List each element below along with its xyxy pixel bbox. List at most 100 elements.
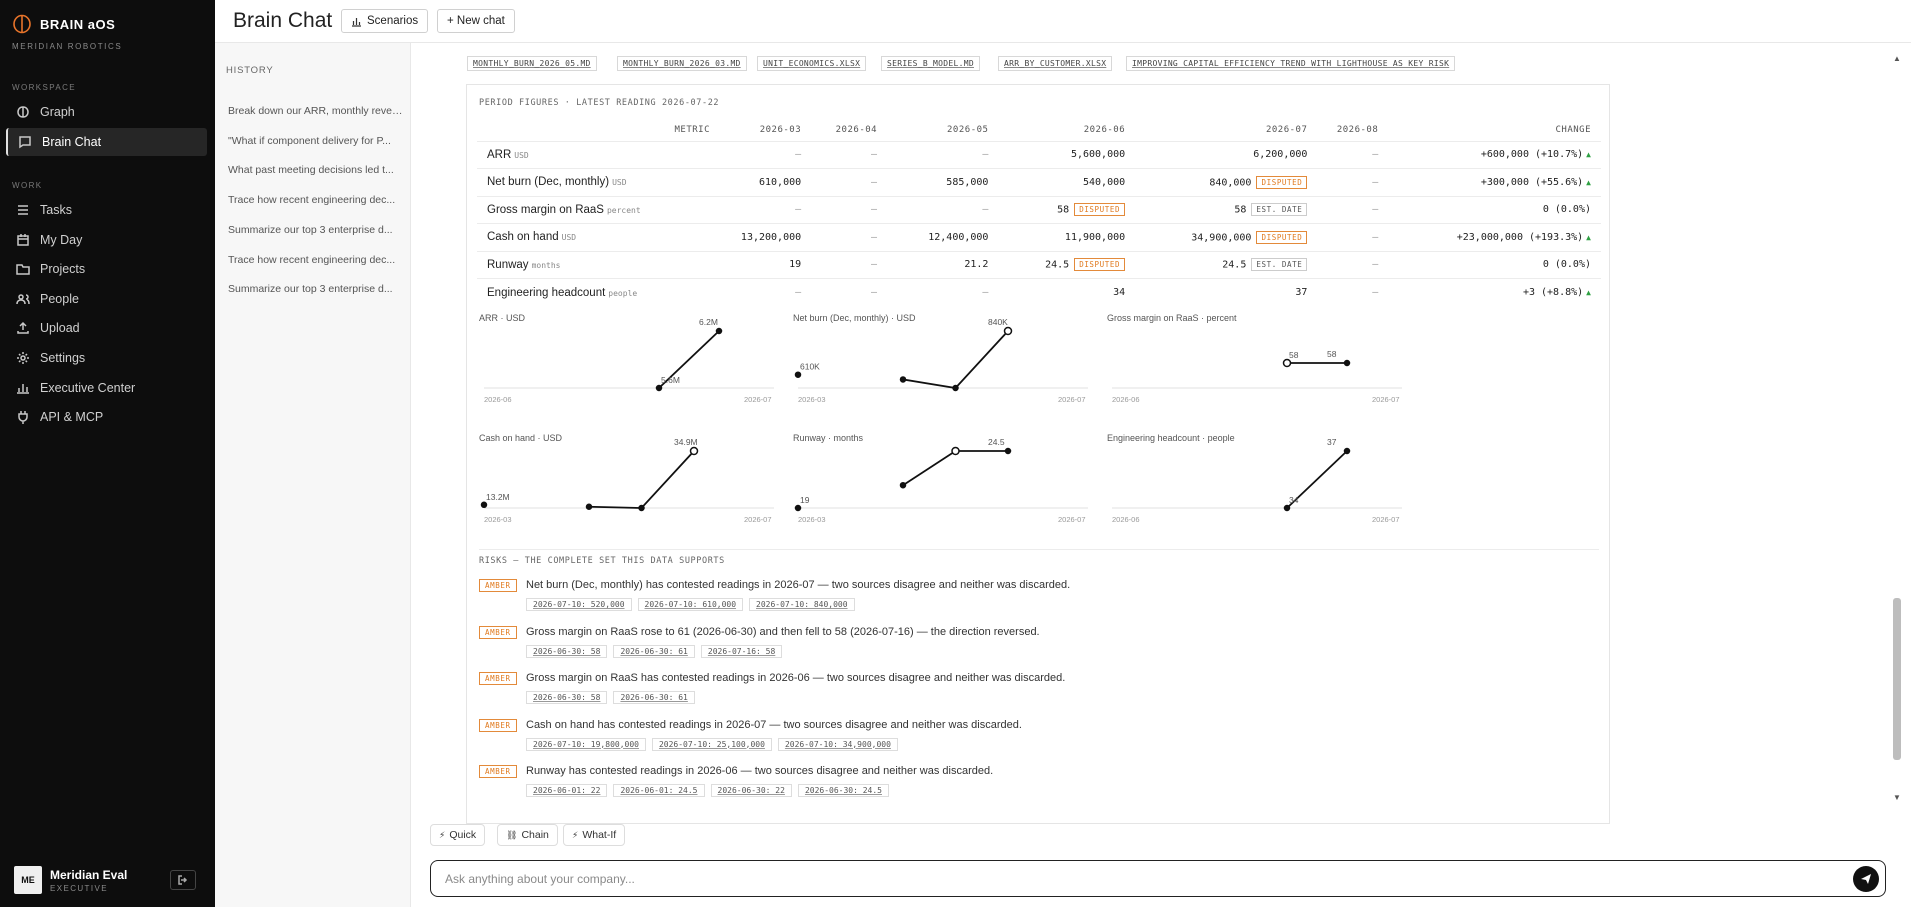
top-header: Brain Chat Scenarios + New chat [215, 0, 1911, 43]
chart-title: Engineering headcount · people [1107, 433, 1235, 443]
source-chip[interactable]: UNIT_ECONOMICS.XLSX [757, 56, 867, 71]
bolt-icon: ⚡ [572, 829, 579, 840]
metric-name: ARR [487, 148, 512, 161]
logout-button[interactable] [170, 870, 196, 890]
evidence-chip[interactable]: 2026-07-16: 58 [700, 644, 783, 658]
history-item[interactable]: "What if component delivery for P... [228, 135, 404, 147]
history-item[interactable]: Summarize our top 3 enterprise d... [228, 224, 404, 236]
source-chip[interactable]: IMPROVING CAPITAL EFFICIENCY TREND WITH … [1126, 56, 1456, 71]
metric-unit: percent [606, 205, 641, 215]
evidence-chip[interactable]: 2026-06-30: 58 [526, 644, 608, 658]
sidebar-item-projects[interactable]: Projects [6, 255, 207, 283]
source-chip[interactable]: ARR_BY_CUSTOMER.XLSX [998, 56, 1113, 71]
value-cell: 12,400,000 [887, 223, 999, 251]
value-cell: — [811, 168, 888, 196]
history-item[interactable]: What past meeting decisions led t... [228, 164, 404, 176]
evidence-chip[interactable]: 2026-07-10: 610,000 [637, 598, 744, 611]
mode-quick-button[interactable]: ⚡ Quick [430, 824, 486, 846]
value-cell: — [811, 195, 888, 224]
sidebar-item-brain-chat[interactable]: Brain Chat [6, 127, 207, 156]
send-button[interactable] [1853, 866, 1879, 892]
data-point [689, 446, 699, 456]
sidebar-item-settings[interactable]: Settings [6, 344, 207, 372]
column-header: 2026-03 [759, 124, 802, 135]
scroll-up-icon[interactable]: ▲ [1893, 54, 1901, 63]
sparkline-chart: Net burn (Dec, monthly) · USD 610K 840K 202… [793, 313, 1093, 423]
cell-value: 585,000 [946, 176, 989, 188]
figures-table: METRIC 2026-03 2026-04 2026-05 2026-06 2026-0… [477, 119, 1601, 306]
source-chip[interactable]: SERIES_B_MODEL.MD [881, 56, 980, 71]
sidebar-item-tasks[interactable]: Tasks [6, 196, 207, 224]
workspace-section-label: WORKSPACE [12, 83, 77, 92]
sidebar-item-upload[interactable]: Upload [6, 314, 207, 342]
sidebar-item-executive-center[interactable]: Executive Center [6, 374, 207, 402]
chart-title: Cash on hand · USD [479, 433, 563, 443]
new-chat-button[interactable]: + New chat [437, 9, 515, 33]
brand[interactable]: BRAIN aOS [12, 14, 115, 34]
cell-value: 21.2 [964, 259, 989, 271]
cell-value: 34 [1113, 287, 1126, 298]
evidence-chip[interactable]: 2026-06-30: 24.5 [797, 784, 889, 797]
scrollbar-thumb[interactable] [1893, 598, 1901, 760]
value-cell: — [720, 195, 812, 224]
user-profile[interactable]: ME Meridian Eval EXECUTIVE [14, 866, 127, 894]
column-header: 2026-05 [947, 124, 989, 135]
evidence-chip[interactable]: 2026-07-10: 19,800,000 [526, 737, 646, 751]
evidence-list: 2026-06-01: 22 2026-06-01: 24.5 2026-06-30… [526, 784, 889, 797]
column-header: 2026-08 [1336, 124, 1379, 135]
x-start-label: 2026-06 [484, 395, 512, 404]
evidence-chip[interactable]: 2026-07-10: 25,100,000 [651, 737, 772, 751]
scenarios-button[interactable]: Scenarios [341, 9, 429, 33]
evidence-chip[interactable]: 2026-07-10: 520,000 [526, 598, 632, 611]
evidence-chip[interactable]: 2026-06-01: 24.5 [613, 784, 705, 797]
status-badge: EST. DATE [1251, 203, 1308, 217]
mode-what-if-button[interactable]: ⚡ What-If [563, 824, 626, 846]
column-header: CHANGE [1555, 124, 1591, 135]
mode-chain-button[interactable]: ⛓ Chain [497, 824, 558, 846]
first-value-label: 5.6M [661, 375, 680, 385]
evidence-chip[interactable]: 2026-07-10: 840,000 [749, 598, 855, 611]
evidence-chip[interactable]: 2026-06-30: 61 [613, 691, 695, 704]
sidebar-item-api-mcp[interactable]: API & MCP [6, 403, 207, 431]
chat-icon [19, 135, 31, 148]
sparkline-svg: 19 24.5 2026-03 2026-07 [794, 437, 1088, 524]
source-chip[interactable]: MONTHLY_BURN_2026_03.MD [617, 56, 747, 71]
evidence-chip[interactable]: 2026-07-10: 34,900,000 [777, 737, 898, 751]
sidebar-item-graph[interactable]: Graph [6, 98, 207, 126]
plug-icon [18, 411, 28, 425]
data-point [794, 504, 802, 512]
value-cell: — [1317, 250, 1389, 279]
last-value-label: 37 [1327, 437, 1337, 447]
status-badge: DISPUTED [1074, 203, 1126, 217]
evidence-chip[interactable]: 2026-06-30: 22 [710, 784, 792, 797]
evidence-chip[interactable]: 2026-06-30: 58 [526, 691, 608, 704]
x-end-label: 2026-07 [1058, 515, 1086, 524]
evidence-chip[interactable]: 2026-06-30: 61 [613, 644, 695, 658]
sidebar-item-people[interactable]: People [6, 285, 207, 313]
history-item[interactable]: Break down our ARR, monthly revenue [228, 105, 404, 117]
chat-input[interactable] [445, 869, 1825, 889]
metric-name: Runway [487, 258, 529, 271]
metric-unit: USD [561, 233, 577, 243]
first-value-label: 34 [1289, 495, 1299, 505]
change-value: 0 (0.0%) [1542, 259, 1591, 271]
sparkline-chart: Engineering headcount · people 34 37 2026-0… [1107, 433, 1407, 543]
change-cell: +3 (+8.8%) ▲ [1388, 278, 1601, 306]
history-item[interactable]: Trace how recent engineering dec... [228, 254, 404, 266]
source-chip[interactable]: MONTHLY_BURN_2026_05.MD [467, 56, 597, 71]
value-cell: 840,000 DISPUTED [1135, 168, 1318, 196]
history-item[interactable]: Trace how recent engineering dec... [228, 194, 404, 206]
evidence-chip[interactable]: 2026-06-01: 22 [526, 784, 608, 797]
value-cell: — [1317, 278, 1389, 306]
risk-text: Net burn (Dec, monthly) has contested re… [526, 579, 1071, 591]
value-cell: 34,900,000 DISPUTED [1135, 223, 1318, 251]
sparkline-chart: Cash on hand · USD 13.2M 34.9M 2026-03 2026-… [479, 433, 779, 543]
sidebar-item-my-day[interactable]: My Day [6, 226, 207, 254]
sidebar-item-label: Brain Chat [42, 134, 102, 149]
value-cell: 5,600,000 [998, 140, 1136, 169]
value-cell: 58 DISPUTED [998, 195, 1136, 224]
column-header: 2026-04 [835, 124, 878, 135]
history-item[interactable]: Summarize our top 3 enterprise d... [228, 283, 404, 295]
scroll-down-icon[interactable]: ▼ [1893, 793, 1901, 802]
x-start-label: 2026-03 [798, 515, 826, 524]
